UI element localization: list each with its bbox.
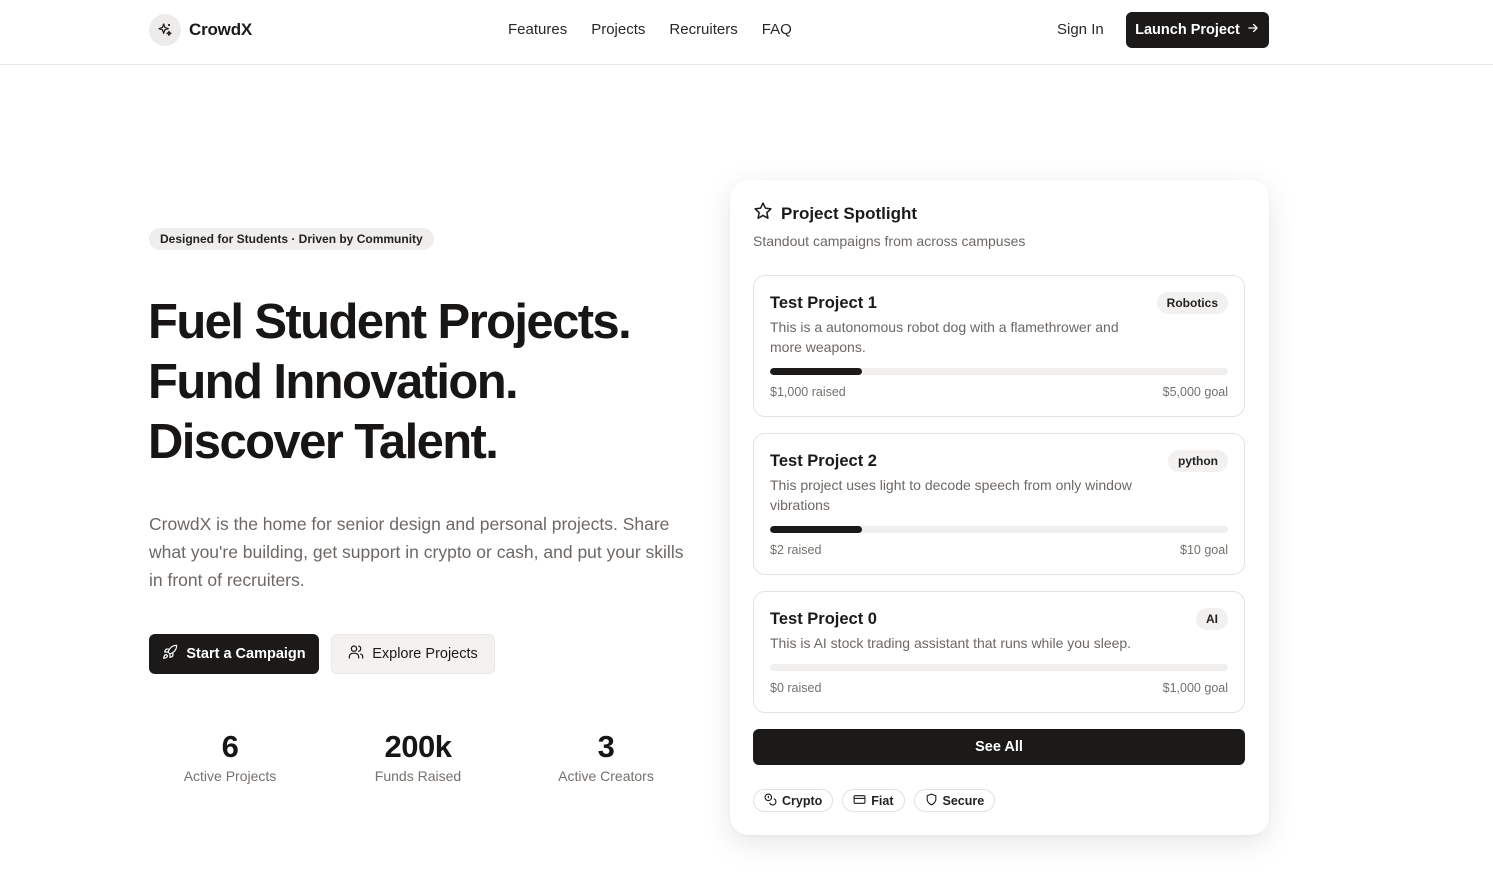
stat-value: 3 — [597, 729, 615, 764]
chip-crypto: Crypto — [753, 789, 834, 812]
project-card[interactable]: Test Project 1 Robotics This is a autono… — [753, 275, 1245, 417]
progress-bar — [770, 368, 1228, 375]
stat-value: 6 — [221, 729, 239, 764]
project-description: This is AI stock trading assistant that … — [770, 635, 1132, 651]
progress-bar — [770, 664, 1228, 671]
launch-project-label: Launch Project — [1135, 22, 1240, 38]
explore-projects-label: Explore Projects — [372, 646, 478, 662]
launch-project-button[interactable]: Launch Project — [1126, 12, 1269, 48]
stat-active-projects: 6 Active Projects — [150, 728, 310, 784]
nav-link-projects[interactable]: Projects — [591, 21, 645, 38]
hero-description: CrowdX is the home for senior design and… — [149, 514, 684, 590]
chip-label: Secure — [942, 793, 985, 808]
goal-amount: $5,000 goal — [1162, 385, 1228, 399]
start-campaign-label: Start a Campaign — [186, 646, 306, 662]
chip-secure: Secure — [913, 789, 996, 812]
shield-icon — [925, 793, 938, 809]
sign-in-link[interactable]: Sign In — [1057, 21, 1104, 38]
project-spotlight-card: Project Spotlight Standout campaigns fro… — [730, 180, 1269, 835]
raised-amount: $0 raised — [770, 681, 822, 695]
spotlight-title: Project Spotlight — [781, 203, 917, 223]
chip-label: Crypto — [782, 793, 823, 808]
star-icon — [753, 201, 773, 226]
project-name: Test Project 1 — [770, 294, 877, 312]
nav-link-features[interactable]: Features — [508, 21, 567, 38]
project-name: Test Project 0 — [770, 610, 877, 628]
goal-amount: $10 goal — [1180, 543, 1228, 557]
stat-label: Active Projects — [183, 768, 277, 784]
chip-label: Fiat — [871, 793, 894, 808]
brand-logo[interactable]: CrowdX — [149, 14, 252, 46]
project-card[interactable]: Test Project 2 python This project uses … — [753, 433, 1245, 575]
hero-badge: Designed for Students · Driven by Commun… — [149, 228, 434, 250]
spotlight-subtitle: Standout campaigns from across campuses — [753, 233, 1026, 249]
nav-link-faq[interactable]: FAQ — [762, 21, 792, 38]
chip-fiat: Fiat — [842, 789, 905, 812]
explore-projects-button[interactable]: Explore Projects — [331, 634, 495, 674]
stat-active-creators: 3 Active Creators — [526, 728, 686, 784]
project-tag: python — [1168, 450, 1228, 472]
nav-link-recruiters[interactable]: Recruiters — [669, 21, 737, 38]
hero-headline: Fuel Student Projects. Fund Innovation. … — [148, 292, 632, 472]
sparkles-icon — [149, 14, 181, 46]
project-card[interactable]: Test Project 0 AI This is AI stock tradi… — [753, 591, 1245, 713]
stat-funds-raised: 200k Funds Raised — [338, 728, 498, 784]
project-description: This is a autonomous robot dog with a fl… — [770, 319, 1119, 355]
stat-label: Active Creators — [558, 768, 654, 784]
project-name: Test Project 2 — [770, 452, 877, 470]
raised-amount: $1,000 raised — [770, 385, 846, 399]
rocket-icon — [162, 644, 178, 664]
top-nav: CrowdX Features Projects Recruiters FAQ … — [0, 0, 1493, 65]
spotlight-header: Project Spotlight — [753, 201, 917, 226]
raised-amount: $2 raised — [770, 543, 822, 557]
project-description: This project uses light to decode speech… — [770, 477, 1132, 513]
coins-icon — [764, 793, 777, 809]
stat-label: Funds Raised — [374, 768, 462, 784]
brand-name: CrowdX — [189, 20, 253, 39]
progress-fill — [770, 368, 862, 375]
payment-chips: Crypto Fiat Secure — [753, 789, 996, 812]
goal-amount: $1,000 goal — [1162, 681, 1228, 695]
see-all-button[interactable]: See All — [753, 729, 1245, 765]
headline-line-2: Fund Innovation. — [148, 355, 519, 409]
progress-bar — [770, 526, 1228, 533]
users-icon — [348, 644, 364, 664]
project-tag: AI — [1196, 608, 1228, 630]
start-campaign-button[interactable]: Start a Campaign — [149, 634, 319, 674]
headline-line-3: Discover Talent. — [148, 415, 499, 469]
arrow-right-icon — [1246, 21, 1260, 39]
nav-links: Features Projects Recruiters FAQ — [508, 21, 792, 38]
project-tag: Robotics — [1156, 292, 1228, 314]
headline-line-1: Fuel Student Projects. — [148, 295, 632, 349]
progress-fill — [770, 526, 862, 533]
credit-card-icon — [853, 793, 866, 809]
stat-value: 200k — [384, 729, 452, 764]
